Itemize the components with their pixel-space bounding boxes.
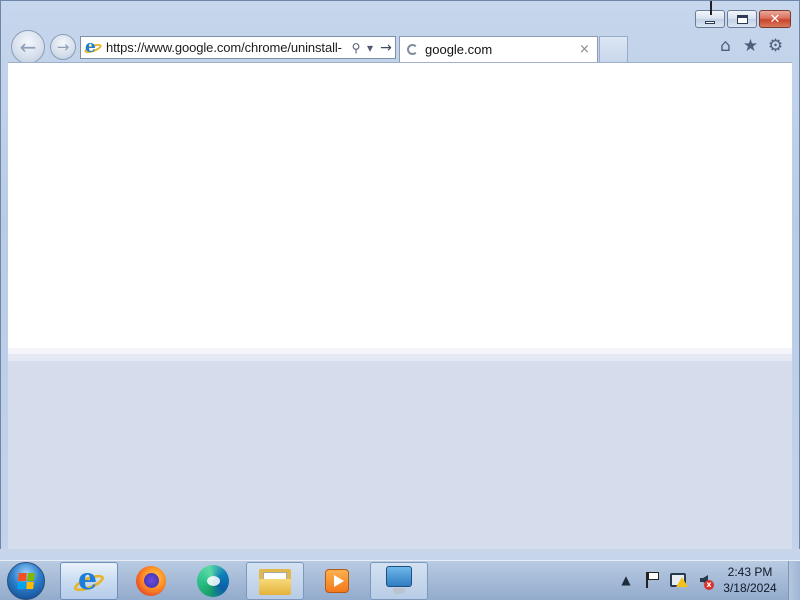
system-tray: ▲ x <box>616 569 714 591</box>
loading-spinner-icon <box>407 44 418 55</box>
new-tab-button[interactable] <box>599 36 628 62</box>
action-center-flag-icon[interactable] <box>642 569 662 591</box>
close-icon: ✕ <box>769 11 781 27</box>
forward-arrow-icon: → <box>56 38 70 56</box>
show-desktop-button[interactable] <box>788 561 800 600</box>
home-icon[interactable]: ⌂ <box>716 37 735 56</box>
tab-title: google.com <box>425 42 493 57</box>
tab-google[interactable]: google.com × <box>399 36 598 62</box>
maximize-icon <box>736 14 748 24</box>
clock-time: 2:43 PM <box>727 565 773 579</box>
tab-close-icon[interactable]: × <box>579 42 597 57</box>
go-arrow-icon[interactable]: → <box>377 40 395 56</box>
back-arrow-icon: ← <box>19 35 37 59</box>
forward-button[interactable]: → <box>50 34 76 60</box>
taskbar: e ▲ x 2:43 PM 3/18/2024 <box>0 560 800 600</box>
taskbar-file-explorer[interactable] <box>246 562 304 600</box>
address-input[interactable]: https://www.google.com/chrome/uninstall- <box>106 40 349 55</box>
content-divider-shadow <box>8 354 792 361</box>
maximize-button[interactable] <box>727 10 757 28</box>
page-content-lower <box>8 361 792 549</box>
network-warning-icon[interactable] <box>668 569 688 591</box>
favorites-star-icon[interactable]: ★ <box>741 37 760 56</box>
back-button[interactable]: ← <box>11 30 45 64</box>
taskbar-clock[interactable]: 2:43 PM 3/18/2024 <box>716 564 784 596</box>
taskbar-remote-desktop[interactable] <box>370 562 428 600</box>
folder-icon <box>259 567 291 595</box>
internet-explorer-icon: e <box>71 562 107 597</box>
taskbar-firefox[interactable] <box>122 562 180 600</box>
edge-icon <box>197 565 229 597</box>
taskbar-media-player[interactable] <box>308 562 366 600</box>
firefox-icon <box>136 566 166 596</box>
search-icon[interactable]: ⚲ <box>349 41 363 55</box>
site-favicon-icon: e <box>83 37 103 57</box>
page-content-area[interactable] <box>8 62 792 348</box>
address-dropdown-icon[interactable]: ▾ <box>363 41 377 55</box>
windows-logo-icon <box>17 573 35 589</box>
minimize-icon <box>705 20 715 24</box>
media-player-icon <box>325 569 349 593</box>
address-bar[interactable]: e https://www.google.com/chrome/uninstal… <box>80 36 396 59</box>
start-button[interactable] <box>7 562 45 600</box>
clock-date: 3/18/2024 <box>723 581 777 595</box>
tools-gear-icon[interactable]: ⚙ <box>766 37 785 56</box>
remote-desktop-icon <box>383 565 415 597</box>
taskbar-internet-explorer[interactable]: e <box>60 562 118 600</box>
taskbar-edge[interactable] <box>184 562 242 600</box>
volume-muted-icon[interactable]: x <box>694 569 714 591</box>
command-icons: ⌂ ★ ⚙ <box>716 37 785 56</box>
mouse-cursor <box>710 1 712 15</box>
show-hidden-icons-button[interactable]: ▲ <box>616 569 636 591</box>
window-bottom-frame <box>0 549 800 560</box>
close-button[interactable]: ✕ <box>759 10 791 28</box>
